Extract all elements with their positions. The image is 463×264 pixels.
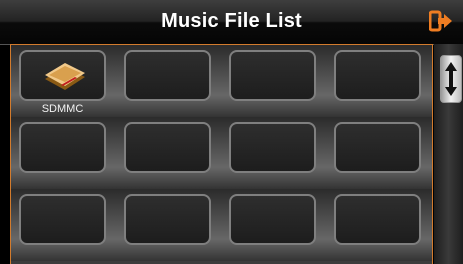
- sd-card-folder-icon: [45, 63, 85, 90]
- empty-tile[interactable]: [229, 194, 316, 245]
- page-title: Music File List: [161, 10, 302, 32]
- up-down-arrows-icon: [445, 62, 457, 96]
- empty-tile[interactable]: [19, 194, 106, 245]
- exit-icon[interactable]: [429, 10, 453, 32]
- empty-tile[interactable]: [334, 50, 421, 101]
- empty-tile[interactable]: [229, 122, 316, 173]
- empty-tile[interactable]: [124, 194, 211, 245]
- empty-tile[interactable]: [334, 194, 421, 245]
- tile-label: SDMMC: [41, 103, 84, 115]
- empty-tile[interactable]: [334, 122, 421, 173]
- title-bar: Music File List: [0, 0, 463, 45]
- tile-sdmmc-folder[interactable]: [19, 50, 106, 101]
- empty-tile[interactable]: [124, 50, 211, 101]
- empty-tile[interactable]: [19, 122, 106, 173]
- empty-tile[interactable]: [229, 50, 316, 101]
- empty-tile[interactable]: [124, 122, 211, 173]
- file-grid-panel: SDMMC: [10, 44, 433, 264]
- scrollbar-thumb[interactable]: [440, 55, 462, 103]
